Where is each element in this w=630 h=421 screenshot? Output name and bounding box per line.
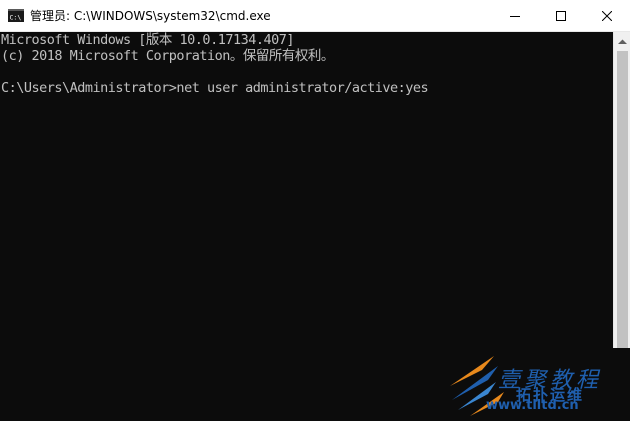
- console-line: Microsoft Windows [版本 10.0.17134.407]: [1, 32, 294, 48]
- close-button[interactable]: [584, 0, 630, 31]
- console-line: (c) 2018 Microsoft Corporation。保留所有权利。: [1, 48, 334, 64]
- maximize-button[interactable]: [538, 0, 584, 31]
- minimize-button[interactable]: [492, 0, 538, 31]
- watermark: 壹聚教程 拓扑运维 www.tlltd.cn: [446, 348, 630, 421]
- close-icon: [602, 10, 612, 21]
- watermark-url: www.tlltd.cn: [486, 398, 579, 413]
- svg-text:C:\: C:\: [10, 14, 22, 22]
- window-title: 管理员: C:\WINDOWS\system32\cmd.exe: [30, 9, 271, 23]
- scroll-thumb[interactable]: [617, 51, 628, 391]
- chevron-up-icon: [618, 32, 627, 50]
- console-command-line: C:\Users\Administrator>net user administ…: [1, 80, 429, 96]
- scroll-up-button[interactable]: [614, 32, 630, 49]
- minimize-icon: [510, 11, 520, 21]
- cmd-icon: C:\: [8, 9, 24, 22]
- maximize-icon: [556, 10, 566, 21]
- title-bar[interactable]: C:\ 管理员: C:\WINDOWS\system32\cmd.exe: [0, 0, 630, 32]
- cmd-window: C:\ 管理员: C:\WINDOWS\system32\cmd.exe Mic…: [0, 0, 630, 421]
